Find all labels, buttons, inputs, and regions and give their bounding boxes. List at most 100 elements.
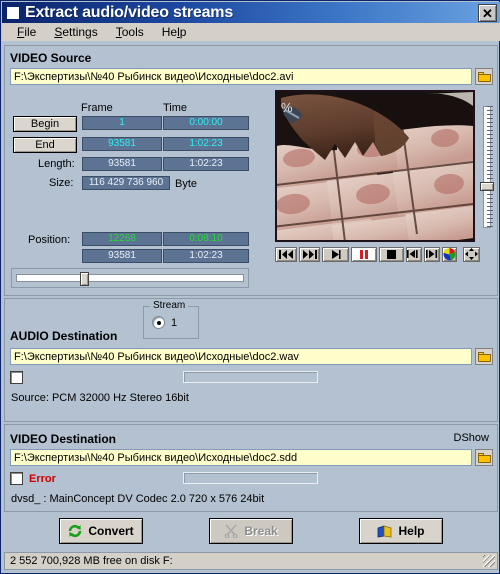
slider-groove [16,274,244,282]
close-icon[interactable]: ✕ [478,4,497,22]
menu-tools-rest: ools [121,25,144,39]
skip-forward-icon [302,249,317,259]
video-destination-path-input[interactable]: F:\Экспертизы\№40 Рыбинск видео\Исходные… [10,449,472,466]
video-frame-svg: % [277,92,473,240]
video-zoom-slider[interactable] [479,104,495,230]
video-destination-label: VIDEO Destination [10,432,117,446]
audio-progress-bar [183,371,318,383]
step-back-button[interactable] [405,246,422,262]
position-slider[interactable] [11,268,249,288]
end-button[interactable]: End [13,137,77,153]
menu-item-file[interactable]: File [8,24,45,40]
step-back-icon [406,250,418,258]
begin-button[interactable]: Begin [13,116,77,132]
video-source-browse-button[interactable] [475,68,493,85]
length-label: Length: [38,158,75,170]
break-button-label: Break [244,524,278,538]
audio-destination-panel: Stream 1 AUDIO Destination F:\Экспертизы… [4,298,498,422]
video-source-path-input[interactable]: F:\Экспертизы\№40 Рыбинск видео\Исходные… [10,68,472,85]
help-button-label: Help [398,524,425,538]
video-progress-bar [183,472,318,484]
help-button[interactable]: Help [359,518,443,544]
total-time-value: 1:02:23 [163,249,249,263]
size-label: Size: [49,177,74,189]
folder-icon [477,452,491,463]
step-forward-icon [425,250,437,258]
position-frame-value: 12268 [82,232,162,246]
menu-help-rest: p [179,25,187,39]
play-button[interactable] [322,246,349,262]
break-button: Break [209,518,293,544]
stop-button[interactable] [379,246,404,262]
audio-stream-group: Stream 1 [143,300,199,339]
status-bar-text: 2 552 700,928 MB free on disk F: [10,555,173,567]
position-label: Position: [28,234,71,246]
menu-item-tools[interactable]: Tools [107,24,153,40]
resize-grip-icon[interactable] [483,555,495,567]
radio-button-icon[interactable] [152,316,165,329]
audio-enable-checkbox[interactable] [10,371,23,384]
menu-file-rest: ile [24,25,37,39]
length-frame-value: 93581 [82,157,162,171]
position-time-value: 0:08:10 [163,232,249,246]
video-source-panel: VIDEO Source F:\Экспертизы\№40 Рыбинск в… [4,45,498,296]
refresh-icon [69,524,82,538]
pause-icon [359,249,368,259]
total-frame-value: 93581 [82,249,162,263]
audio-destination-path-input[interactable]: F:\Экспертизы\№40 Рыбинск видео\Исходные… [10,348,472,365]
audio-destination-label: AUDIO Destination [10,329,118,343]
length-time-value: 1:02:23 [163,157,249,171]
stream-group-title: Stream [150,300,189,311]
scissors-icon [224,524,238,538]
play-icon [331,249,341,259]
video-codec-info: dvsd_ : MainConcept DV Codec 2.0 720 x 5… [11,493,265,505]
step-forward-button[interactable] [423,246,440,262]
menu-settings-rest: ettings [62,25,98,39]
menu-bar: File Settings Tools Help [2,23,500,41]
time-column-header: Time [163,102,188,114]
folder-icon [477,351,491,362]
end-frame-value: 93581 [82,137,162,151]
audio-destination-browse-button[interactable] [475,348,493,365]
stream-radio-label: 1 [171,316,178,329]
video-source-label: VIDEO Source [10,51,92,65]
player-transport-bar [275,244,481,264]
stop-icon [386,249,396,259]
menu-item-help[interactable]: Help [153,24,196,40]
window-title: Extract audio/video streams [25,3,234,21]
video-destination-panel: VIDEO Destination DShow F:\Экспертизы\№4… [4,424,498,512]
menu-item-settings[interactable]: Settings [45,24,106,40]
end-time-value: 1:02:23 [163,137,249,151]
status-bar: 2 552 700,928 MB free on disk F: [4,552,498,570]
expand-arrows-icon [464,248,478,260]
begin-frame-value: 1 [82,116,162,130]
video-destination-browse-button[interactable] [475,449,493,466]
begin-time-value: 0:00:00 [163,116,249,130]
fullscreen-button[interactable] [462,246,481,262]
convert-button[interactable]: Convert [59,518,143,544]
size-value: 116 429 736 960 [82,176,170,190]
app-icon [6,5,20,20]
skip-to-begin-button[interactable] [275,246,297,262]
capture-frame-button[interactable] [441,246,457,262]
video-preview: % [275,90,475,242]
video-frame-image: % [277,92,473,240]
pause-button[interactable] [350,246,378,262]
folder-icon [477,71,491,82]
svg-text:%: % [281,100,293,115]
vertical-slider-thumb[interactable] [480,182,494,191]
size-unit-label: Byte [175,178,198,190]
skip-back-icon [278,249,293,259]
application-window: Extract audio/video streams ✕ File Setti… [0,0,500,574]
skip-to-end-button[interactable] [298,246,321,262]
audio-source-info: Source: PCM 32000 Hz Stereo 16bit [11,392,189,404]
title-bar: Extract audio/video streams ✕ [2,2,500,23]
color-wheel-icon [443,247,456,260]
video-destination-mode-label: DShow [453,432,489,444]
vertical-slider-ticks [487,106,493,228]
menu-help-pre: He [161,25,178,39]
slider-thumb[interactable] [80,272,89,286]
frame-column-header: Frame [81,102,113,114]
video-enable-checkbox[interactable] [10,472,23,485]
stream-radio-option[interactable]: 1 [152,316,177,329]
